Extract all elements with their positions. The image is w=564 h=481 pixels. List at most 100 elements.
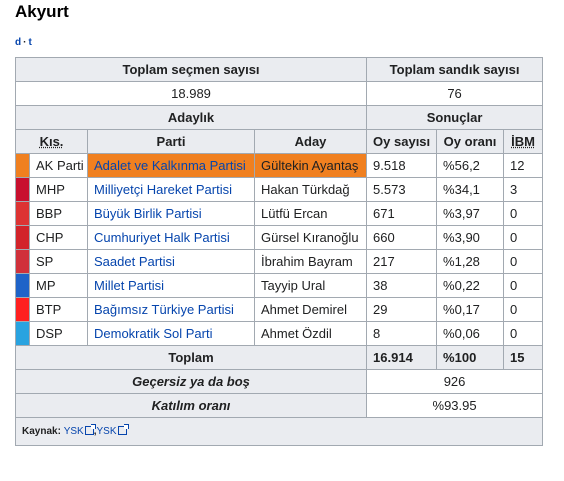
party-link[interactable]: Saadet Partisi [94,254,175,269]
vote-percent: %56,2 [436,153,505,178]
source-row: Kaynak: YSK ,YSK [14,417,544,446]
ibm-count: 0 [503,273,544,298]
candidate-name: Gültekin Ayantaş [253,153,368,178]
party-abbr: BBP [29,201,88,226]
turnout-label: Katılım oranı [14,393,368,418]
party-name-cell: Adalet ve Kalkınma Partisi [87,153,255,178]
invalid-label: Geçersiz ya da boş [14,369,368,394]
party-color-swatch [15,273,30,298]
source-link-1-text: YSK [63,426,84,437]
party-row: AK Parti Adalet ve Kalkınma Partisi Gült… [15,153,544,178]
vote-count: 5.573 [366,177,438,202]
navbox-links: d · t [15,37,32,48]
party-abbr: MP [29,273,88,298]
ibm-count: 0 [503,297,544,322]
total-votes: 16.914 [366,345,438,370]
party-link[interactable]: Cumhuriyet Halk Partisi [94,230,230,245]
party-link[interactable]: Adalet ve Kalkınma Partisi [94,158,246,173]
party-color-swatch [15,153,30,178]
party-name-cell: Demokratik Sol Parti [87,321,255,346]
party-row: CHP Cumhuriyet Halk Partisi Gürsel Kıran… [15,225,544,250]
party-name-cell: Cumhuriyet Halk Partisi [87,225,255,250]
party-color-swatch [15,297,30,322]
ibm-count: 12 [503,153,544,178]
source-link-1[interactable]: YSK [63,424,96,437]
party-abbr: MHP [29,177,88,202]
candidacy-header: Adaylık [14,105,368,130]
vote-percent: %0,06 [436,321,505,346]
party-abbr: SP [29,249,88,274]
candidate-name: Hakan Türkdağ [253,177,368,202]
invalid-value: 926 [366,369,544,394]
external-link-icon [117,424,129,435]
vote-count: 29 [366,297,438,322]
party-abbr: AK Parti [29,153,88,178]
boxes-value: 76 [366,81,544,106]
view-link[interactable]: d [15,37,21,48]
party-row: BTP Bağımsız Türkiye Partisi Ahmet Demir… [15,297,544,322]
vote-percent: %1,28 [436,249,505,274]
party-link[interactable]: Millet Partisi [94,278,164,293]
candidate-name: Ahmet Demirel [253,297,368,322]
party-color-swatch [15,321,30,346]
voters-value: 18.989 [14,81,368,106]
party-name-cell: Saadet Partisi [87,249,255,274]
total-percent: %100 [436,345,505,370]
party-row: MP Millet Partisi Tayyip Ural 38 %0,22 0 [15,273,544,298]
vote-percent: %0,22 [436,273,505,298]
party-row: MHP Milliyetçi Hareket Partisi Hakan Tür… [15,177,544,202]
vote-count: 671 [366,201,438,226]
election-results-table: Toplam seçmen sayısı Toplam sandık sayıs… [14,57,544,446]
candidate-name: Lütfü Ercan [253,201,368,226]
vote-count: 660 [366,225,438,250]
turnout-value: %93.95 [366,393,544,418]
party-abbr: CHP [29,225,88,250]
ibm-count: 0 [503,201,544,226]
party-row: DSP Demokratik Sol Parti Ahmet Özdil 8 %… [15,321,544,346]
ibm-header-label: İBM [511,134,535,149]
party-color-swatch [15,225,30,250]
party-name-cell: Millet Partisi [87,273,255,298]
party-link[interactable]: Bağımsız Türkiye Partisi [94,302,234,317]
party-color-swatch [15,201,30,226]
party-link[interactable]: Büyük Birlik Partisi [94,206,202,221]
boxes-header: Toplam sandık sayısı [366,57,544,82]
page-title: Akyurt [15,2,69,21]
ibm-header: İBM [503,129,544,154]
candidate-header: Aday [253,129,368,154]
party-row: SP Saadet Partisi İbrahim Bayram 217 %1,… [15,249,544,274]
party-row: BBP Büyük Birlik Partisi Lütfü Ercan 671… [15,201,544,226]
vote-count: 8 [366,321,438,346]
candidate-name: Ahmet Özdil [253,321,368,346]
vote-count: 38 [366,273,438,298]
party-name-cell: Büyük Birlik Partisi [87,201,255,226]
voters-header: Toplam seçmen sayısı [14,57,368,82]
source-link-2[interactable]: YSK [96,424,129,437]
party-header: Parti [87,129,255,154]
source-label: Kaynak: [22,426,61,437]
party-color-swatch [15,177,30,202]
vote-percent: %3,97 [436,201,505,226]
party-abbr: DSP [29,321,88,346]
percent-header: Oy oranı [436,129,505,154]
party-name-cell: Milliyetçi Hareket Partisi [87,177,255,202]
source-link-2-text: YSK [96,426,117,437]
vote-percent: %3,90 [436,225,505,250]
total-label: Toplam [14,345,368,370]
total-ibm: 15 [503,345,544,370]
party-link[interactable]: Milliyetçi Hareket Partisi [94,182,232,197]
ibm-count: 3 [503,177,544,202]
party-name-cell: Bağımsız Türkiye Partisi [87,297,255,322]
talk-link[interactable]: t [28,37,31,48]
party-abbr: BTP [29,297,88,322]
abbr-header: Kıs. [15,129,88,154]
results-header: Sonuçlar [366,105,544,130]
votes-header: Oy sayısı [366,129,438,154]
candidate-name: İbrahim Bayram [253,249,368,274]
ibm-count: 0 [503,249,544,274]
external-link-icon [84,424,96,435]
party-link[interactable]: Demokratik Sol Parti [94,326,212,341]
abbr-header-label: Kıs. [39,134,64,149]
vote-percent: %34,1 [436,177,505,202]
party-color-swatch [15,249,30,274]
